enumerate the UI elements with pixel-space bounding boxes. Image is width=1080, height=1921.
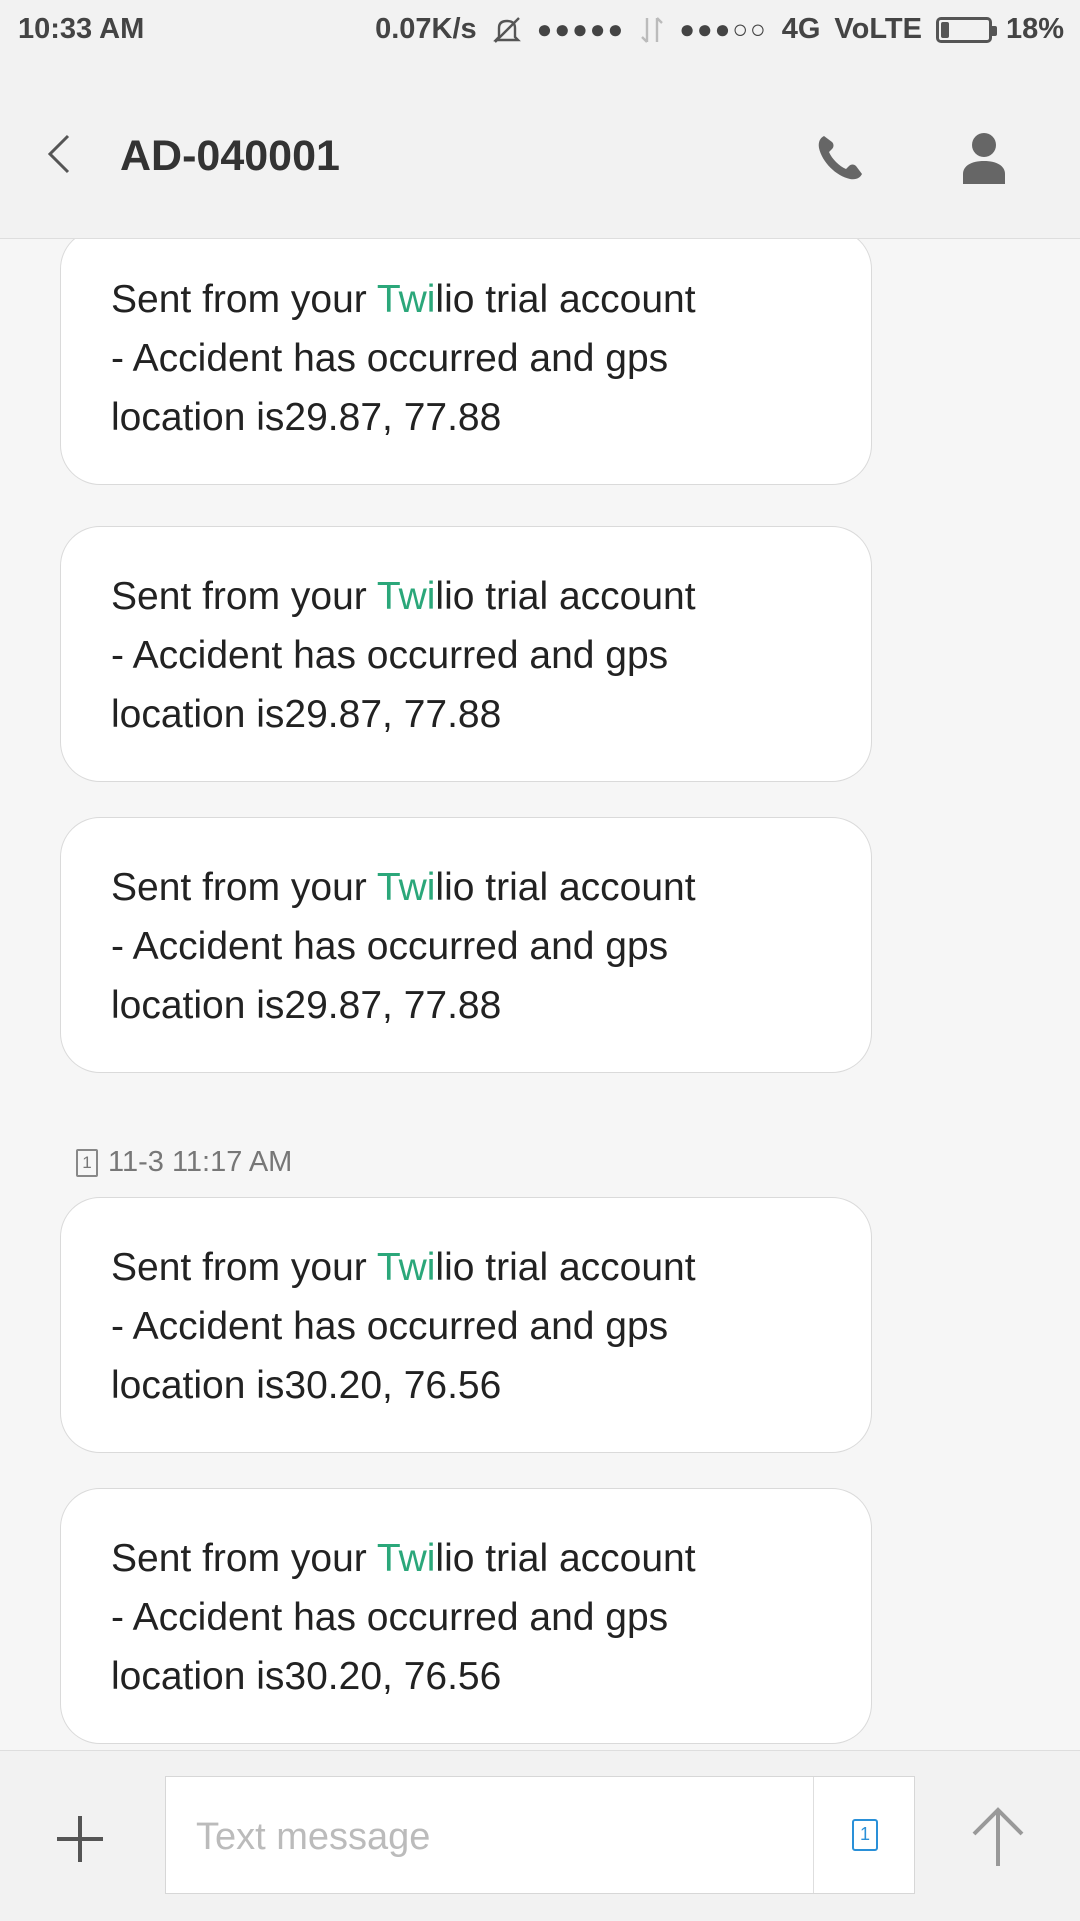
battery-fill xyxy=(940,21,949,38)
message-bubble[interactable]: Sent from your Twilio trial account - Ac… xyxy=(60,239,872,485)
message-brand-text: Twi xyxy=(376,278,436,321)
battery-icon xyxy=(935,16,997,43)
message-text: lio trial account xyxy=(435,575,696,618)
contact-icon[interactable] xyxy=(955,128,1013,188)
message-bubble[interactable]: Sent from your Twilio trial account - Ac… xyxy=(60,817,872,1073)
message-line: Sent from your Twilio trial account xyxy=(111,270,821,329)
net-speed: 0.07K/s xyxy=(375,13,477,45)
network-type: 4G xyxy=(781,13,821,45)
conversation-header: AD-040001 xyxy=(0,60,1080,239)
message-line: location is30.20, 76.56 xyxy=(111,1655,502,1698)
status-time: 10:33 AM xyxy=(18,13,145,45)
status-bar: 10:33 AM 0.07K/s ●●●●● ●●●○○ 4G VoLTE 18… xyxy=(0,0,1080,60)
add-attachment-icon[interactable] xyxy=(55,1814,105,1864)
message-text: lio trial account xyxy=(435,866,696,909)
composer-bar: 1 xyxy=(0,1750,1080,1921)
message-line: location is29.87, 77.88 xyxy=(111,693,502,736)
message-line: - Accident has occurred and gps xyxy=(111,1305,669,1348)
message-text: Sent from your xyxy=(111,866,377,909)
vibrate-mute-icon xyxy=(492,16,521,43)
message-bubble[interactable]: Sent from your Twilio trial account - Ac… xyxy=(60,1488,872,1744)
conversation-title: AD-040001 xyxy=(120,132,340,180)
signal-sim2: ●●●○○ xyxy=(679,14,768,44)
message-line: location is30.20, 76.56 xyxy=(111,1364,502,1407)
message-text: lio trial account xyxy=(435,1537,696,1580)
message-input[interactable] xyxy=(194,1801,838,1873)
message-line: - Accident has occurred and gps xyxy=(111,925,669,968)
message-line: Sent from your Twilio trial account xyxy=(111,1238,821,1297)
message-line: Sent from your Twilio trial account xyxy=(111,567,821,626)
message-timestamp: 1 11-3 11:17 AM xyxy=(76,1146,292,1179)
message-text: Sent from your xyxy=(111,278,377,321)
message-text: lio trial account xyxy=(435,1246,696,1289)
message-text: Sent from your xyxy=(111,1246,377,1289)
message-line: Sent from your Twilio trial account xyxy=(111,858,821,917)
sim-select-icon[interactable]: 1 xyxy=(852,1819,878,1851)
message-line: location is29.87, 77.88 xyxy=(111,396,502,439)
message-text: Sent from your xyxy=(111,1537,377,1580)
message-line: - Accident has occurred and gps xyxy=(111,337,669,380)
back-icon[interactable] xyxy=(40,124,80,184)
message-input-container: 1 xyxy=(165,1776,915,1894)
signal-sim1: ●●●●● xyxy=(536,14,626,44)
message-brand-text: Twi xyxy=(376,1537,436,1580)
message-brand-text: Twi xyxy=(376,575,436,618)
sim-icon: 1 xyxy=(76,1148,98,1177)
message-line: - Accident has occurred and gps xyxy=(111,634,669,677)
message-text: lio trial account xyxy=(435,278,696,321)
battery-text: 18% xyxy=(1005,13,1064,45)
volte-label: VoLTE xyxy=(834,13,922,45)
message-list[interactable]: Sent from your Twilio trial account - Ac… xyxy=(0,239,1080,1749)
phone-icon[interactable] xyxy=(810,128,870,188)
data-arrows-icon xyxy=(641,16,664,43)
message-line: location is29.87, 77.88 xyxy=(111,984,502,1027)
message-line: - Accident has occurred and gps xyxy=(111,1596,669,1639)
status-indicators: 0.07K/s ●●●●● ●●●○○ 4G VoLTE 18% xyxy=(375,13,1064,46)
message-brand-text: Twi xyxy=(376,866,436,909)
message-brand-text: Twi xyxy=(376,1246,436,1289)
message-bubble[interactable]: Sent from your Twilio trial account - Ac… xyxy=(60,1197,872,1453)
message-bubble[interactable]: Sent from your Twilio trial account - Ac… xyxy=(60,526,872,782)
send-icon[interactable] xyxy=(970,1806,1026,1868)
divider xyxy=(813,1777,814,1893)
timestamp-text: 11-3 11:17 AM xyxy=(108,1146,293,1178)
message-line: Sent from your Twilio trial account xyxy=(111,1529,821,1588)
message-text: Sent from your xyxy=(111,575,377,618)
